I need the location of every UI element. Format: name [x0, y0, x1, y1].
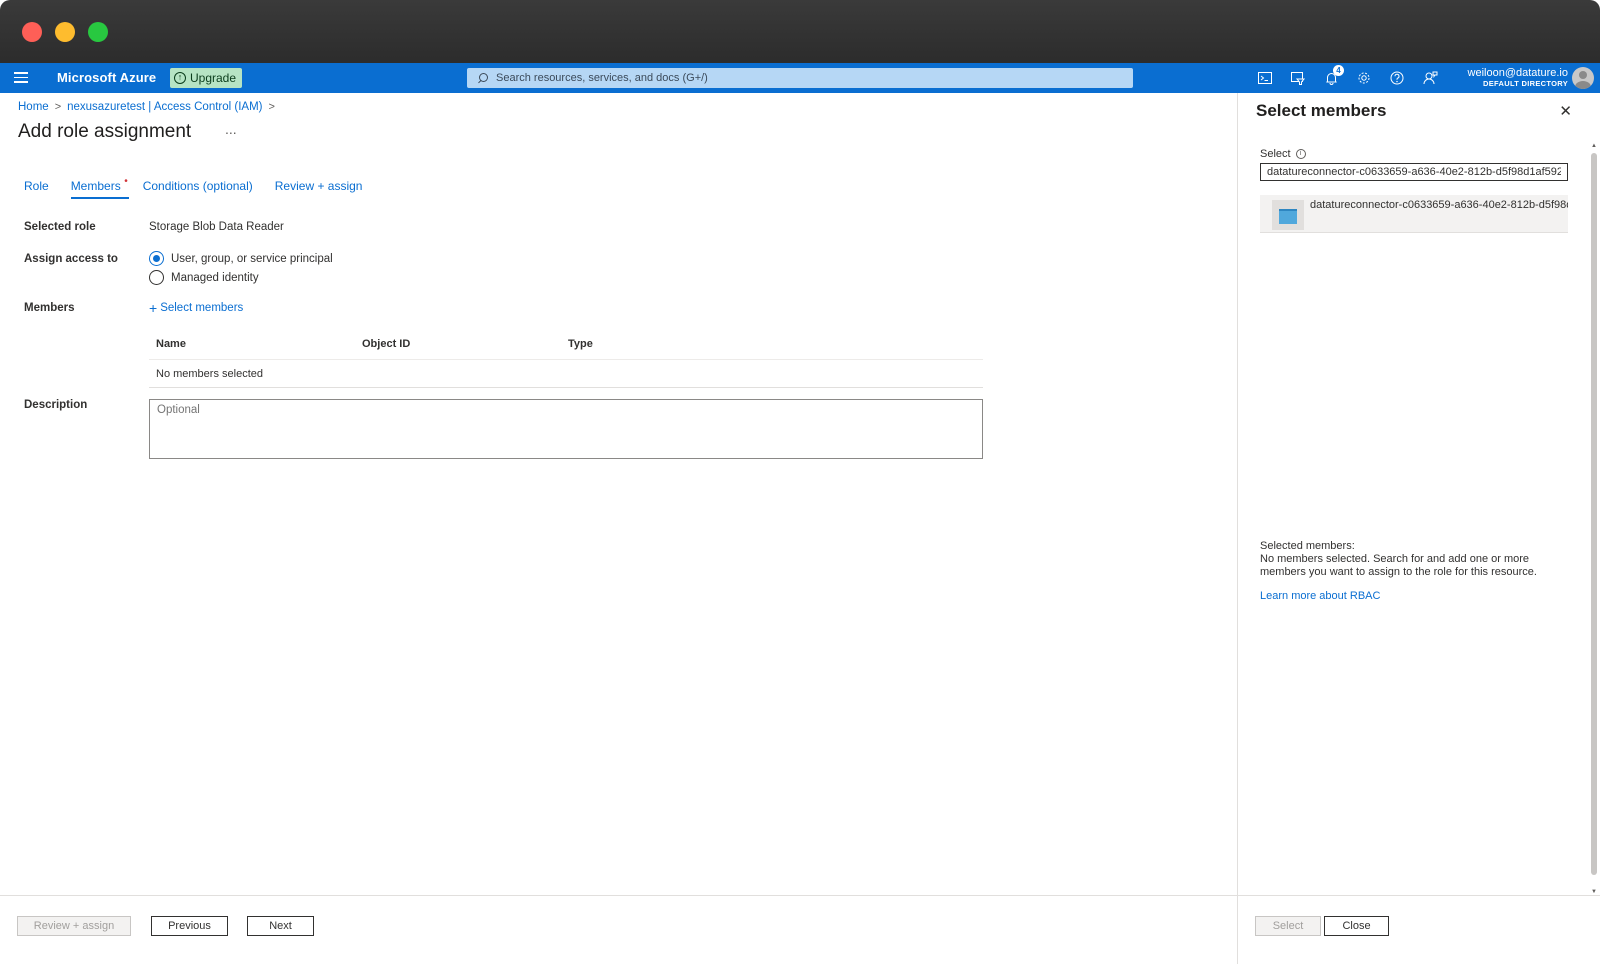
- select-button[interactable]: Select: [1255, 916, 1321, 936]
- panel-footer: Select Close: [1238, 895, 1600, 964]
- tab-conditions-label: Conditions (optional): [142, 179, 253, 193]
- search-placeholder: Search resources, services, and docs (G+…: [496, 72, 708, 84]
- arrow-up-icon: ↑: [174, 72, 186, 84]
- radio-unselected-icon: [149, 270, 164, 285]
- selected-role-label: Selected role: [24, 221, 96, 233]
- close-icon[interactable]: ✕: [1559, 102, 1572, 120]
- description-label: Description: [24, 399, 88, 411]
- tab-members[interactable]: Members •: [70, 176, 129, 199]
- help-icon[interactable]: [1389, 70, 1405, 86]
- bell-icon[interactable]: 4: [1323, 65, 1344, 86]
- app-registration-icon: [1272, 200, 1304, 230]
- close-window-icon[interactable]: [22, 22, 42, 42]
- zoom-window-icon[interactable]: [88, 22, 108, 42]
- tab-conditions[interactable]: Conditions (optional): [143, 179, 253, 199]
- search-icon: [477, 72, 488, 84]
- page-title: Add role assignment: [18, 121, 192, 142]
- radio-managed-identity-label: Managed identity: [171, 271, 259, 284]
- description-field[interactable]: [149, 399, 983, 459]
- hamburger-menu-icon[interactable]: [14, 72, 28, 84]
- feedback-icon[interactable]: [1422, 70, 1438, 86]
- column-header-type[interactable]: Type: [568, 338, 774, 359]
- column-header-name[interactable]: Name: [156, 338, 362, 359]
- tab-review-assign-label: Review + assign: [274, 179, 363, 193]
- add-role-assignment-blade: Home > nexusazuretest | Access Control (…: [0, 93, 1237, 964]
- next-button[interactable]: Next: [247, 916, 314, 936]
- global-search-input[interactable]: Search resources, services, and docs (G+…: [467, 68, 1133, 88]
- breadcrumb-separator: >: [268, 101, 275, 113]
- upgrade-button[interactable]: ↑ Upgrade: [170, 68, 243, 88]
- directory-filter-icon[interactable]: [1290, 70, 1306, 86]
- member-search-input[interactable]: [1260, 163, 1568, 181]
- azure-topbar: Microsoft Azure ↑ Upgrade Search resourc…: [0, 63, 1600, 93]
- tab-bar: Role Members • Conditions (optional) Revi…: [24, 176, 384, 199]
- members-table-header: Name Object ID Type: [149, 338, 983, 360]
- members-label: Members: [24, 302, 75, 314]
- selected-members-info: Selected members: No members selected. S…: [1260, 540, 1560, 579]
- window-titlebar: [0, 0, 1600, 63]
- tab-role-label: Role: [24, 179, 49, 193]
- table-row: No members selected: [149, 360, 983, 388]
- account-menu[interactable]: weiloon@datature.io DEFAULT DIRECTORY: [1468, 67, 1568, 88]
- minimize-window-icon[interactable]: [55, 22, 75, 42]
- breadcrumb-home-link[interactable]: Home: [18, 101, 49, 113]
- select-members-panel: Select members ✕ Select i datatureconnec…: [1237, 93, 1600, 964]
- selected-members-text: No members selected. Search for and add …: [1260, 553, 1537, 578]
- selected-role-value: Storage Blob Data Reader: [149, 221, 284, 233]
- tab-role[interactable]: Role: [24, 179, 49, 199]
- upgrade-label: Upgrade: [190, 71, 237, 85]
- review-assign-button[interactable]: Review + assign: [17, 916, 131, 936]
- more-options-icon[interactable]: ...: [225, 121, 237, 137]
- previous-button[interactable]: Previous: [151, 916, 228, 936]
- panel-title: Select members: [1256, 101, 1387, 120]
- select-label-text: Select: [1260, 148, 1291, 160]
- app-window: Microsoft Azure ↑ Upgrade Search resourc…: [0, 0, 1600, 964]
- scrollbar-thumb[interactable]: [1591, 153, 1597, 875]
- radio-managed-identity[interactable]: Managed identity: [149, 270, 259, 285]
- select-members-link-label: Select members: [160, 302, 244, 314]
- user-email: weiloon@datature.io: [1467, 67, 1568, 79]
- brand-title[interactable]: Microsoft Azure: [57, 70, 156, 85]
- breadcrumb-iam-link[interactable]: nexusazuretest | Access Control (IAM): [67, 101, 262, 113]
- gear-icon[interactable]: [1356, 70, 1372, 86]
- radio-user-group-sp-label: User, group, or service principal: [171, 252, 333, 265]
- notification-count-badge: 4: [1333, 65, 1344, 76]
- learn-more-rbac-link[interactable]: Learn more about RBAC: [1260, 590, 1380, 602]
- tab-review-assign[interactable]: Review + assign: [275, 179, 363, 199]
- close-button[interactable]: Close: [1324, 916, 1389, 936]
- required-marker: •: [124, 176, 128, 187]
- list-item[interactable]: datatureconnector-c0633659-a636-40e2-812…: [1260, 195, 1568, 233]
- radio-selected-icon: [149, 251, 164, 266]
- empty-state-text: No members selected: [156, 367, 263, 380]
- scroll-up-icon[interactable]: ▲: [1591, 143, 1597, 149]
- panel-scrollbar[interactable]: ▲ ▼: [1591, 143, 1597, 895]
- result-name: datatureconnector-c0633659-a636-40e2-812…: [1310, 199, 1568, 211]
- tab-members-label: Members: [70, 179, 121, 193]
- selected-members-title: Selected members:: [1260, 540, 1355, 552]
- breadcrumb-separator: >: [54, 101, 62, 113]
- select-members-link[interactable]: + Select members: [149, 299, 244, 316]
- avatar[interactable]: [1572, 67, 1594, 89]
- plus-icon: +: [149, 299, 158, 316]
- cloud-shell-icon[interactable]: [1257, 70, 1273, 86]
- blade-footer: Review + assign Previous Next: [0, 895, 1237, 964]
- radio-user-group-sp[interactable]: User, group, or service principal: [149, 251, 333, 266]
- assign-access-label: Assign access to: [24, 253, 118, 265]
- members-table: Name Object ID Type No members selected: [149, 338, 983, 388]
- breadcrumb: Home > nexusazuretest | Access Control (…: [18, 101, 275, 113]
- column-header-object-id[interactable]: Object ID: [362, 338, 568, 359]
- select-field-label: Select i: [1260, 148, 1306, 160]
- info-icon[interactable]: i: [1295, 149, 1306, 159]
- user-directory: DEFAULT DIRECTORY: [1483, 79, 1568, 88]
